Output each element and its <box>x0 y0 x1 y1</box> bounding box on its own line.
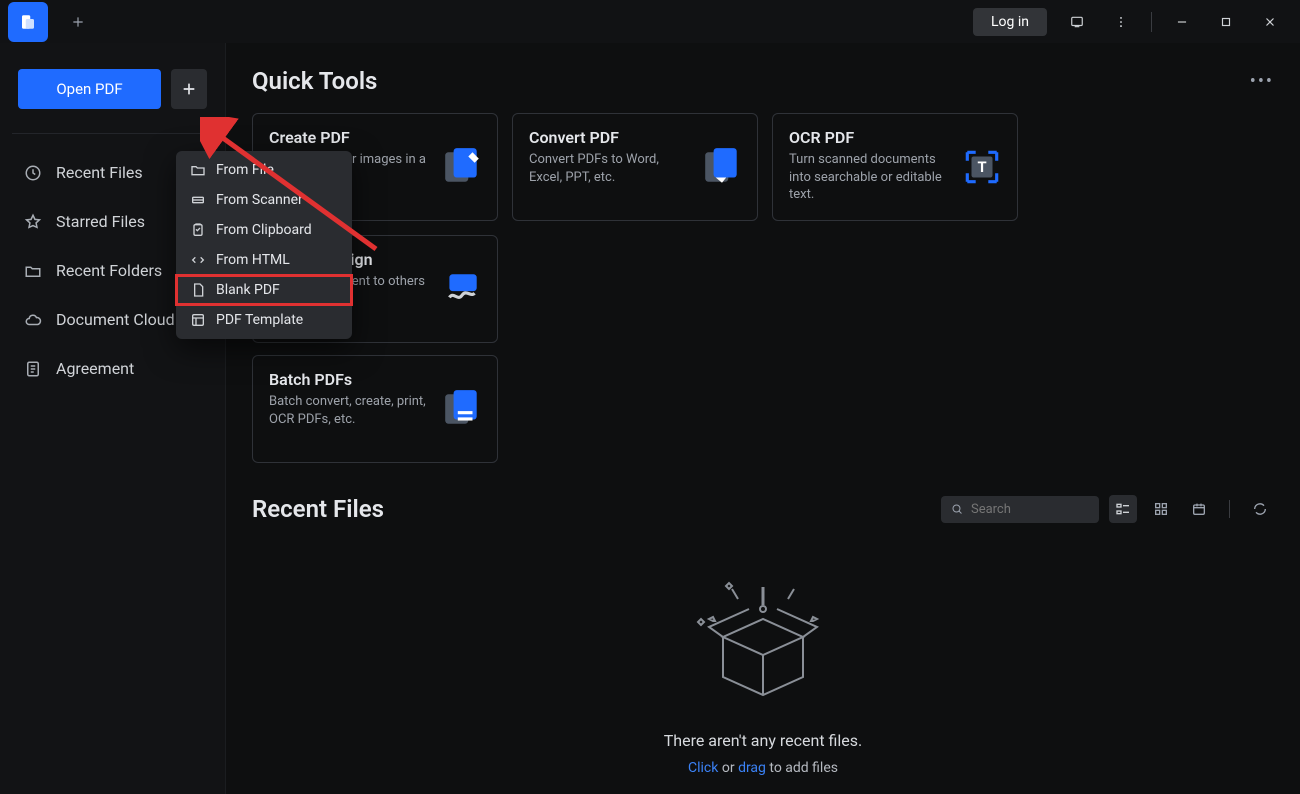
sidebar-item-label: Document Cloud <box>56 310 175 329</box>
tool-desc: Convert PDFs to Word, Excel, PPT, etc. <box>529 151 689 186</box>
tools-row-2: Batch PDFs Batch convert, create, print,… <box>252 355 1274 463</box>
code-icon <box>190 252 206 268</box>
separator <box>1229 500 1230 518</box>
txt: to add files <box>766 760 838 776</box>
empty-message: There aren't any recent files. <box>664 731 863 750</box>
page-icon <box>190 282 206 298</box>
dropdown-item-label: PDF Template <box>216 312 303 328</box>
recent-head: Recent Files <box>252 495 1274 523</box>
tool-title: Batch PDFs <box>269 370 481 389</box>
minimize-icon[interactable] <box>1162 6 1202 38</box>
more-icon[interactable]: ••• <box>1250 71 1274 92</box>
tool-title: OCR PDF <box>789 128 1001 147</box>
svg-text:T: T <box>977 158 986 176</box>
tool-card-convert-pdf[interactable]: Convert PDF Convert PDFs to Word, Excel,… <box>512 113 758 221</box>
quick-tools-header: Quick Tools ••• <box>252 67 1274 95</box>
template-icon <box>190 312 206 328</box>
dropdown-item-from-file[interactable]: From File <box>176 155 352 185</box>
view-grid-icon[interactable] <box>1147 495 1175 523</box>
tool-card-batch-pdfs[interactable]: Batch PDFs Batch convert, create, print,… <box>252 355 498 463</box>
titlebar-left <box>4 0 96 44</box>
app-logo[interactable] <box>8 2 48 42</box>
view-list-icon[interactable] <box>1109 495 1137 523</box>
sidebar-item-label: Starred Files <box>56 212 145 231</box>
ocr-pdf-icon: T <box>961 146 1003 188</box>
open-row: Open PDF <box>18 69 207 109</box>
sidebar-item-label: Recent Folders <box>56 261 162 280</box>
separator <box>1151 12 1152 32</box>
view-calendar-icon[interactable] <box>1185 495 1213 523</box>
esign-icon <box>441 268 483 310</box>
star-icon <box>24 213 42 231</box>
quick-tools-title: Quick Tools <box>252 67 377 95</box>
document-icon <box>24 360 42 378</box>
kebab-menu-icon[interactable] <box>1101 6 1141 38</box>
dropdown-item-label: From HTML <box>216 252 290 268</box>
title-bar: Log in <box>0 0 1300 43</box>
dropdown-item-from-clipboard[interactable]: From Clipboard <box>176 215 352 245</box>
dropdown-item-blank-pdf[interactable]: Blank PDF <box>176 275 352 305</box>
drag-link[interactable]: drag <box>738 760 766 776</box>
clipboard-icon <box>190 222 206 238</box>
cloud-icon <box>24 311 42 329</box>
dropdown-item-label: Blank PDF <box>216 282 280 298</box>
empty-state: There aren't any recent files. Click or … <box>252 577 1274 776</box>
dropdown-item-pdf-template[interactable]: PDF Template <box>176 305 352 335</box>
new-tab-button[interactable] <box>60 4 96 40</box>
titlebar-right: Log in <box>973 6 1296 38</box>
search-box[interactable] <box>941 496 1099 523</box>
open-pdf-button[interactable]: Open PDF <box>18 69 161 109</box>
maximize-icon[interactable] <box>1206 6 1246 38</box>
search-icon <box>951 502 963 516</box>
dropdown-item-from-html[interactable]: From HTML <box>176 245 352 275</box>
empty-box-icon <box>693 577 833 707</box>
create-pdf-plus-button[interactable] <box>171 69 207 109</box>
recent-controls <box>941 495 1274 523</box>
create-dropdown: From File From Scanner From Clipboard Fr… <box>176 151 352 339</box>
folder-icon <box>190 162 206 178</box>
txt: or <box>718 760 738 776</box>
divider <box>12 133 213 134</box>
sidebar: Open PDF Recent Files Starred Files Rece… <box>0 43 226 794</box>
sidebar-item-agreement[interactable]: Agreement <box>18 344 207 393</box>
sidebar-item-label: Agreement <box>56 359 134 378</box>
scanner-icon <box>190 192 206 208</box>
create-pdf-icon <box>441 146 483 188</box>
tools-row: Create PDF Convert files or images in a … <box>252 113 1274 343</box>
dropdown-item-from-scanner[interactable]: From Scanner <box>176 185 352 215</box>
tool-desc: Turn scanned documents into searchable o… <box>789 151 949 204</box>
recent-title: Recent Files <box>252 495 384 523</box>
body: Open PDF Recent Files Starred Files Rece… <box>0 43 1300 794</box>
refresh-icon[interactable] <box>1246 495 1274 523</box>
tool-title: Convert PDF <box>529 128 741 147</box>
tool-desc: Batch convert, create, print, OCR PDFs, … <box>269 393 429 428</box>
close-icon[interactable] <box>1250 6 1290 38</box>
click-link[interactable]: Click <box>688 760 718 776</box>
login-button[interactable]: Log in <box>973 8 1047 36</box>
dropdown-item-label: From File <box>216 162 274 178</box>
clock-icon <box>24 164 42 182</box>
dropdown-item-label: From Scanner <box>216 192 303 208</box>
tool-title: Create PDF <box>269 128 481 147</box>
sidebar-item-label: Recent Files <box>56 163 143 182</box>
empty-sub-message: Click or drag to add files <box>688 760 838 776</box>
search-input[interactable] <box>971 502 1089 517</box>
dropdown-item-label: From Clipboard <box>216 222 312 238</box>
convert-pdf-icon <box>701 146 743 188</box>
folder-icon <box>24 262 42 280</box>
tool-card-ocr-pdf[interactable]: OCR PDF Turn scanned documents into sear… <box>772 113 1018 221</box>
batch-icon <box>441 388 483 430</box>
main: Quick Tools ••• Create PDF Convert files… <box>226 43 1300 794</box>
feedback-icon[interactable] <box>1057 6 1097 38</box>
